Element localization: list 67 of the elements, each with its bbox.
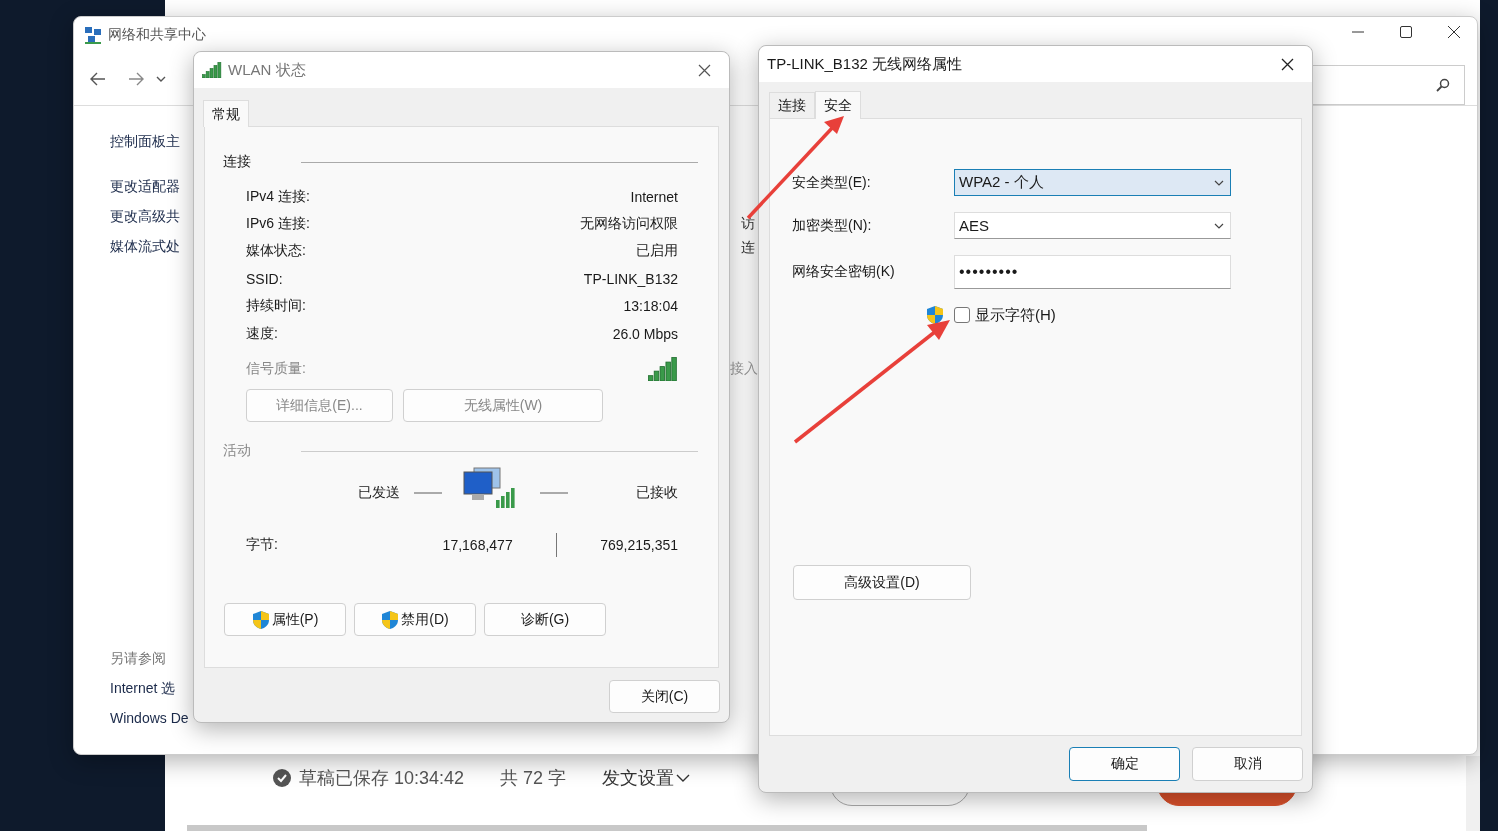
maximize-icon[interactable]: [1399, 25, 1413, 39]
info-label: 媒体状态:: [246, 242, 306, 261]
tab[interactable]: 常规: [203, 100, 249, 127]
dialog-title: TP-LINK_B132 无线网络属性: [767, 54, 964, 74]
search-icon: [1436, 78, 1450, 92]
received-label: 已接收: [635, 484, 678, 503]
dialog-button[interactable]: 属性(P): [224, 603, 346, 637]
info-label: IPv6 连接:: [246, 215, 310, 234]
group-heading: 连接: [223, 153, 251, 171]
info-value: 26.0 Mbps: [612, 325, 678, 342]
network-icon: [84, 26, 102, 44]
ok-button[interactable]: 确定: [1069, 747, 1180, 781]
dialog-button[interactable]: 详细信息(E)...: [246, 389, 393, 423]
partial-text: 访: [741, 215, 755, 233]
dialog-button[interactable]: 无线属性(W): [403, 389, 603, 423]
info-label: SSID:: [246, 270, 283, 287]
bytes-received: 769,215,351: [599, 537, 678, 554]
info-value: TP-LINK_B132: [583, 270, 678, 287]
bytes-sent: 17,168,477: [441, 537, 513, 554]
signal-quality-icon: [648, 357, 678, 382]
draft-saved-status: 草稿已保存 10:34:42: [299, 767, 465, 790]
show-characters-checkbox[interactable]: 显示字符(H): [954, 305, 1056, 325]
field-label: 安全类型(E):: [792, 173, 872, 192]
dialog-button[interactable]: 诊断(G): [484, 603, 606, 637]
info-value: 无网络访问权限: [580, 215, 678, 234]
publish-settings-button[interactable]: 发文设置: [602, 766, 691, 790]
info-label: 信号质量:: [246, 360, 306, 379]
dialog-button[interactable]: 禁用(D): [354, 603, 476, 637]
info-label: 持续时间:: [246, 297, 306, 316]
dialog-title: WLAN 状态: [228, 60, 307, 80]
check-circle-icon: [273, 769, 291, 787]
dropdown[interactable]: WPA2 - 个人: [954, 169, 1231, 196]
info-label: 字节:: [246, 536, 279, 555]
close-dialog-button[interactable]: 关闭(C): [609, 680, 720, 713]
group-heading: 活动: [223, 442, 251, 461]
close-icon: [698, 63, 711, 77]
partial-text: 连: [741, 239, 755, 257]
chevron-down-icon: [676, 773, 691, 783]
sent-label: 已发送: [357, 484, 400, 503]
info-label: 速度:: [246, 324, 278, 343]
dropdown[interactable]: AES: [954, 212, 1231, 239]
field-label: 加密类型(N):: [792, 216, 873, 235]
chevron-down-icon[interactable]: [156, 76, 166, 82]
tab[interactable]: 安全: [815, 91, 861, 119]
partial-text: 接入: [730, 360, 758, 378]
shield-icon: [926, 305, 944, 325]
tab[interactable]: 连接: [769, 92, 815, 118]
info-value: Internet: [630, 188, 678, 205]
cancel-button[interactable]: 取消: [1192, 747, 1303, 781]
window-title: 网络和共享中心: [108, 26, 206, 44]
info-value: 13:18:04: [623, 298, 678, 315]
chevron-down-icon: [1214, 179, 1224, 186]
field-label: 网络安全密钥(K): [792, 263, 896, 281]
back-arrow-icon[interactable]: [90, 72, 106, 86]
scrollbar-thumb[interactable]: [187, 825, 1147, 831]
info-value: 已启用: [636, 242, 678, 261]
forward-arrow-icon[interactable]: [128, 72, 144, 86]
close-icon[interactable]: [1447, 25, 1461, 39]
word-count: 共 72 字: [500, 767, 567, 790]
signal-bars-icon: [202, 62, 222, 78]
info-label: IPv4 连接:: [246, 187, 310, 206]
chevron-down-icon: [1214, 222, 1224, 229]
vertical-scrollbar[interactable]: [1466, 756, 1480, 831]
see-also-heading: 另请参阅: [110, 649, 167, 668]
advanced-settings-button[interactable]: 高级设置(D): [793, 565, 971, 600]
close-icon: [1281, 57, 1294, 71]
password-field[interactable]: •••••••••: [954, 255, 1231, 289]
